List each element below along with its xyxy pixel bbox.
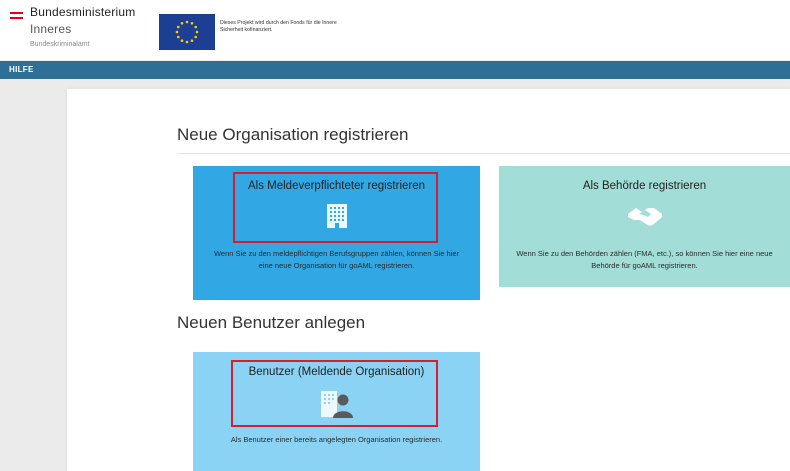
card-description: Wenn Sie zu den meldepflichtigen Berufsg… (213, 249, 460, 270)
card-title: Als Behörde registrieren (582, 180, 707, 192)
card-description: Wenn Sie zu den Behörden zählen (FMA, et… (516, 249, 773, 270)
highlight-box (231, 360, 438, 427)
eu-funding-note: Dieses Projekt wird durch den Fonds für … (220, 20, 337, 33)
card-description: Als Benutzer einer bereits angelegten Or… (230, 435, 443, 444)
nav-help-link[interactable]: HILFE (9, 65, 34, 74)
ministry-subtitle: Inneres (30, 22, 72, 36)
section-title-new-user: Neuen Benutzer anlegen (177, 313, 366, 332)
austria-flag-icon (10, 12, 23, 19)
site-header: Bundesministerium Inneres Bundeskriminal… (0, 0, 790, 60)
eu-flag-icon (159, 14, 215, 50)
nav-bar: HILFE (0, 61, 790, 79)
section-title-new-organisation: Neue Organisation registrieren (177, 125, 409, 144)
ministry-name: Bundesministerium (30, 5, 136, 19)
handshake-icon (626, 204, 664, 233)
agency-name: Bundeskriminalamt (30, 41, 90, 48)
highlight-box (233, 172, 438, 243)
register-authority-card[interactable]: Als Behörde registrieren Wenn Sie zu den… (499, 166, 790, 287)
section-divider (177, 153, 790, 154)
